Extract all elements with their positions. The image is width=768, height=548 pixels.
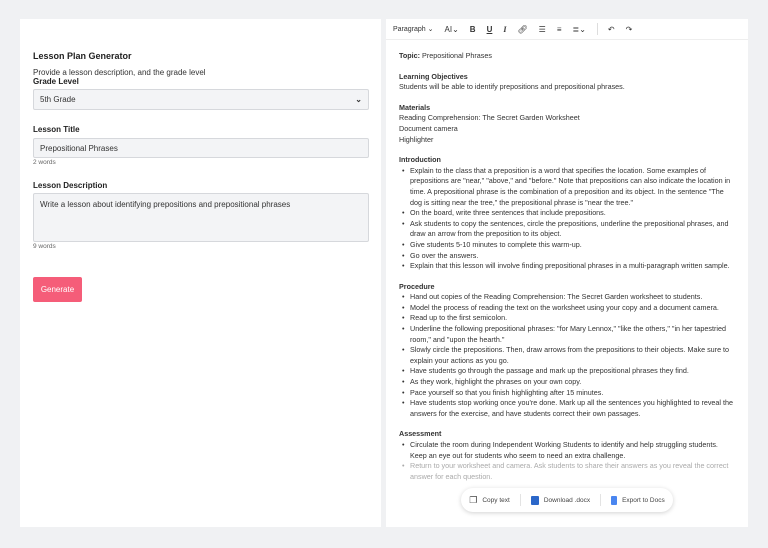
bold-button[interactable]: B [470, 25, 476, 34]
introduction-item: Ask students to copy the sentences, circ… [399, 219, 735, 240]
font-size-dropdown[interactable]: AI⌄ [445, 25, 459, 34]
procedure-item: Have students stop working once you're d… [399, 398, 735, 419]
undo-icon[interactable]: ↶ [608, 25, 615, 34]
numbered-list-icon[interactable]: ≡ [557, 25, 562, 34]
introduction-heading: Introduction [399, 155, 441, 165]
download-docx-button[interactable]: Download .docx [527, 495, 594, 505]
topic-line: Topic: Prepositional Phrases [399, 51, 492, 60]
procedure-item: Read up to the first semicolon. [399, 313, 735, 324]
material-item: Highlighter [399, 134, 434, 144]
divider [600, 494, 602, 506]
procedure-item: Slowly circle the prepositions. Then, dr… [399, 345, 735, 366]
lesson-document[interactable]: Topic: Prepositional Phrases Learning Ob… [386, 40, 748, 493]
bullet-list-icon[interactable]: ☰ [539, 25, 546, 34]
redo-icon[interactable]: ↷ [626, 25, 633, 34]
toolbar-divider [596, 23, 598, 35]
introduction-item: Explain to the class that a preposition … [399, 166, 735, 208]
procedure-item: Have students go through the passage and… [399, 366, 735, 377]
objectives-heading: Learning Objectives [399, 71, 468, 81]
introduction-item: On the board, write three sentences that… [399, 208, 735, 219]
material-item: Document camera [399, 123, 458, 133]
introduction-item: Go over the answers. [399, 251, 735, 262]
word-icon [530, 495, 539, 505]
divider [519, 494, 521, 506]
procedure-item: Pace yourself so that you finish highlig… [399, 388, 735, 399]
copy-text-button[interactable]: ❐ Copy text [465, 495, 514, 506]
assessment-item: Return to your worksheet and camera. Ask… [399, 461, 735, 482]
lesson-title-input[interactable]: Prepositional Phrases [33, 138, 369, 158]
assessment-heading: Assessment [399, 429, 442, 439]
editor-toolbar: Paragraph ⌄ AI⌄ B U I 🔗︎ ☰ ≡ ≣⌄ ↶ ↷ [386, 19, 748, 40]
grade-level-select[interactable]: 5th Grade ⌄ [33, 89, 369, 110]
procedure-item: Underline the following prepositional ph… [399, 324, 735, 345]
lesson-title-label: Lesson Title [33, 125, 80, 134]
underline-button[interactable]: U [487, 25, 493, 34]
procedure-item: Hand out copies of the Reading Comprehen… [399, 292, 735, 303]
chevron-down-icon: ⌄ [355, 95, 362, 104]
lesson-title-word-count: 2 words [33, 159, 56, 166]
align-left-icon[interactable]: ≣⌄ [572, 25, 585, 34]
link-icon[interactable]: 🔗︎ [517, 25, 527, 34]
procedure-item: As they work, highlight the phrases on y… [399, 377, 735, 388]
lesson-description-word-count: 9 words [33, 243, 56, 250]
introduction-item: Explain that this lesson will involve fi… [399, 261, 735, 272]
export-actions-bar: ❐ Copy text Download .docx Export to Doc… [461, 488, 673, 512]
export-to-docs-button[interactable]: Export to Docs [607, 495, 669, 505]
google-docs-icon [611, 495, 618, 505]
form-title: Lesson Plan Generator [33, 51, 132, 61]
paragraph-style-dropdown[interactable]: Paragraph ⌄ [393, 25, 434, 33]
lesson-form-panel: Lesson Plan Generator Provide a lesson d… [20, 19, 381, 527]
materials-heading: Materials [399, 102, 431, 112]
objectives-text: Students will be able to identify prepos… [399, 82, 625, 92]
lesson-description-label: Lesson Description [33, 181, 108, 190]
generate-button[interactable]: Generate [33, 277, 82, 302]
copy-icon: ❐ [469, 494, 478, 505]
grade-level-value: 5th Grade [40, 95, 76, 104]
italic-button[interactable]: I [503, 25, 506, 34]
material-item: Reading Comprehension: The Secret Garden… [399, 113, 580, 123]
procedure-heading: Procedure [399, 281, 435, 291]
assessment-item: Circulate the room during Independent Wo… [399, 440, 735, 461]
introduction-item: Give students 5-10 minutes to complete t… [399, 240, 735, 251]
grade-level-label: Grade Level [33, 77, 79, 86]
form-subtitle: Provide a lesson description, and the gr… [33, 68, 206, 77]
lesson-description-textarea[interactable]: Write a lesson about identifying preposi… [33, 193, 369, 242]
lesson-editor-panel: Paragraph ⌄ AI⌄ B U I 🔗︎ ☰ ≡ ≣⌄ ↶ ↷ Topi… [386, 19, 748, 527]
procedure-item: Model the process of reading the text on… [399, 303, 735, 314]
